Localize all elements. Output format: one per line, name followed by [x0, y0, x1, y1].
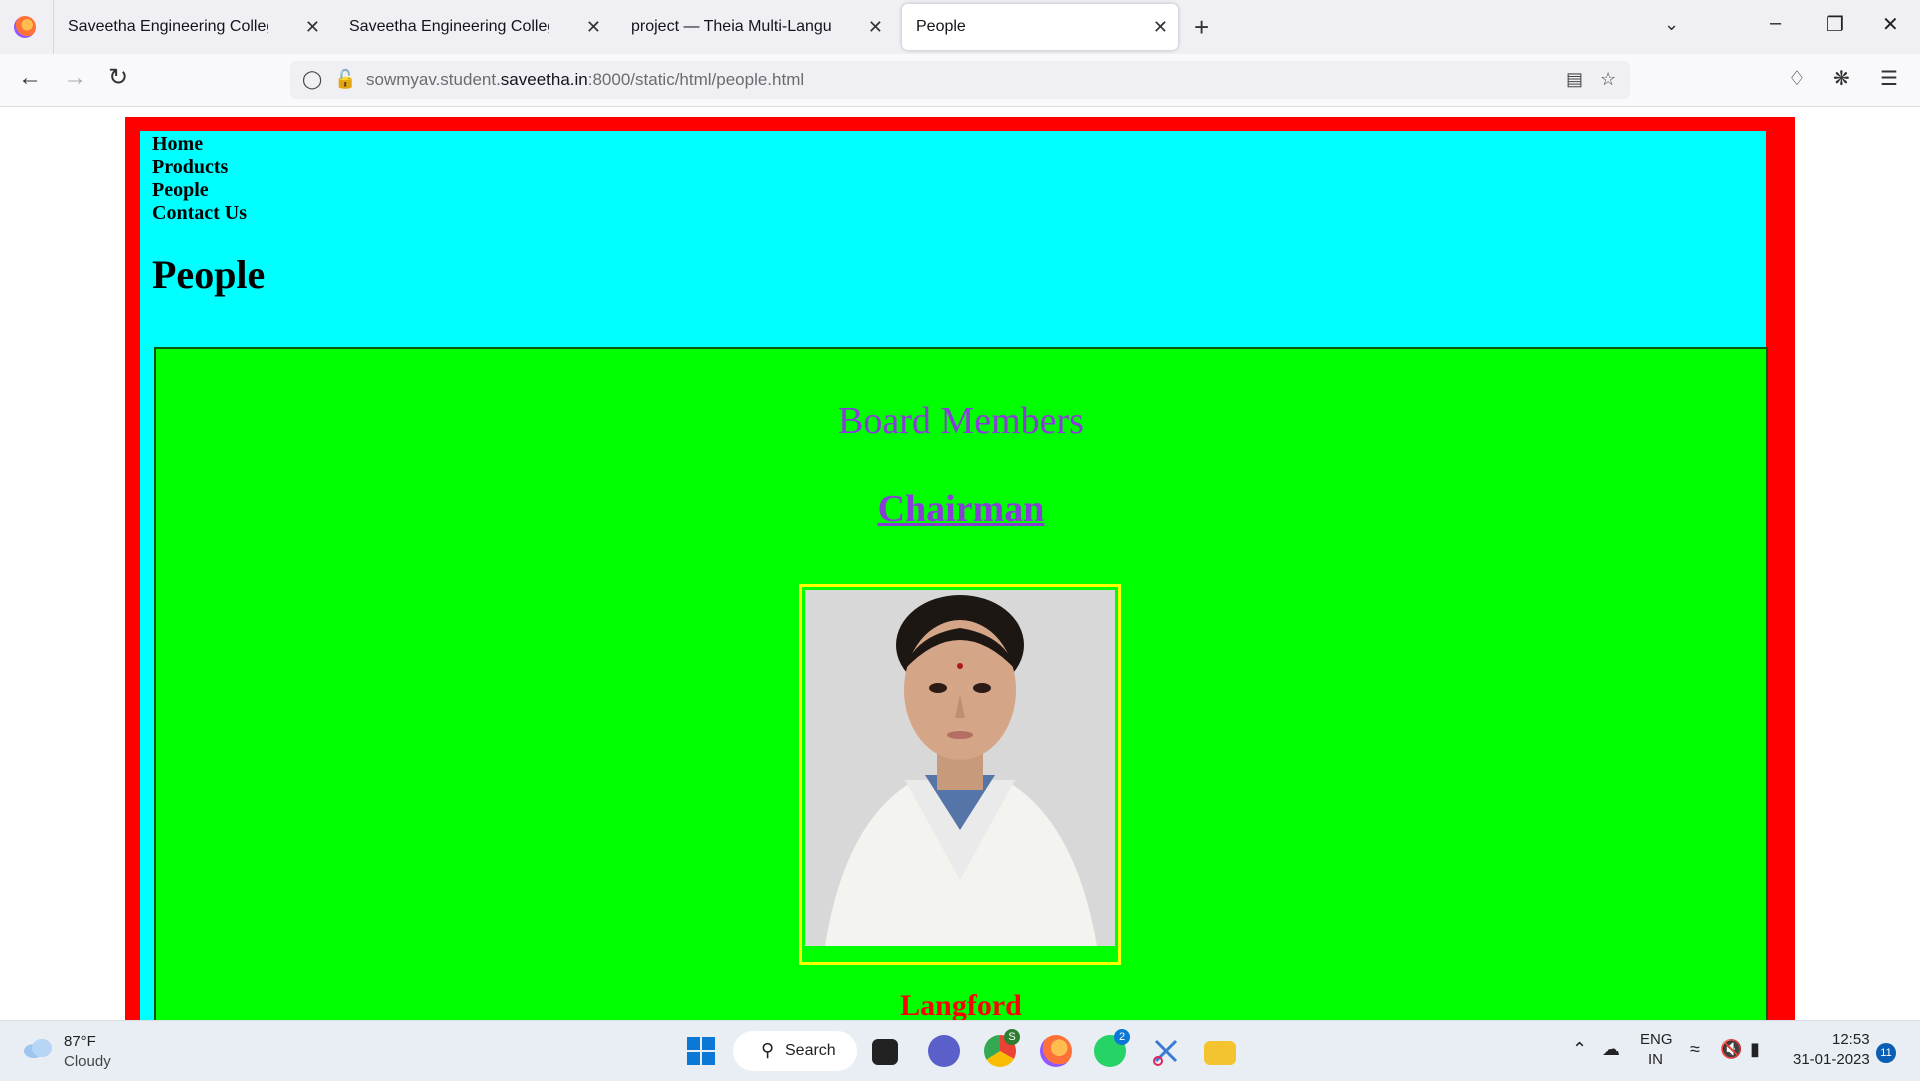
back-arrow-icon[interactable]: ←: [18, 66, 42, 90]
clock-date[interactable]: 31-01-2023: [1793, 1051, 1870, 1068]
tab-close-icon[interactable]: ✕: [586, 17, 601, 38]
tab-label: People: [916, 18, 966, 35]
menu-hamburger-icon[interactable]: ☰: [1880, 66, 1898, 91]
nav-link-home[interactable]: Home: [152, 133, 247, 156]
language-indicator-top[interactable]: ENG: [1640, 1031, 1673, 1048]
onedrive-cloud-icon[interactable]: ☁: [1602, 1039, 1620, 1060]
bookmark-star-icon[interactable]: ☆: [1600, 69, 1616, 90]
weather-temperature[interactable]: 87°F: [64, 1033, 96, 1050]
task-view-icon[interactable]: [872, 1039, 898, 1065]
file-explorer-icon[interactable]: [1204, 1041, 1236, 1065]
notification-count-badge[interactable]: 11: [1876, 1043, 1896, 1063]
new-tab-plus-icon[interactable]: +: [1194, 12, 1209, 43]
tab-people[interactable]: People ✕: [902, 4, 1178, 50]
close-window-icon[interactable]: ✕: [1882, 12, 1899, 37]
member-name: Langford: [900, 989, 1022, 1020]
section-title: Board Members: [838, 400, 1084, 442]
page-viewport: Home Products People Contact Us People B…: [0, 107, 1920, 1020]
nav-link-people[interactable]: People: [152, 179, 247, 202]
firefox-taskbar-icon[interactable]: [1040, 1035, 1072, 1067]
address-bar[interactable]: ◯ 🔓 sowmyav.student.saveetha.in:8000/sta…: [290, 61, 1630, 99]
url-path: :8000/static/html/people.html: [587, 70, 805, 89]
extensions-icon[interactable]: ❋: [1833, 66, 1850, 91]
member-photo-frame: [799, 584, 1121, 965]
page-container: Home Products People Contact Us People B…: [140, 131, 1768, 1020]
whatsapp-unread-badge: 2: [1114, 1029, 1130, 1045]
restore-icon[interactable]: ❐: [1826, 12, 1844, 37]
search-label: Search: [785, 1042, 836, 1059]
nav-link-contact-us[interactable]: Contact Us: [152, 202, 247, 225]
tab-label: Saveetha Engineering College: [349, 18, 549, 35]
windows-start-icon[interactable]: [685, 1035, 717, 1067]
taskbar-search[interactable]: ⚲ Search: [733, 1031, 857, 1071]
windows-taskbar: 87°F Cloudy ⚲ Search S 2 ⌃ ☁ ENG IN ≈ 🔇 …: [0, 1020, 1920, 1081]
tab-bar: Saveetha Engineering College ✕ Saveetha …: [0, 0, 1920, 54]
member-photo: [805, 590, 1115, 946]
pocket-icon[interactable]: ♢: [1788, 66, 1806, 91]
outer-red-border: Home Products People Contact Us People B…: [125, 117, 1795, 1020]
teams-chat-icon[interactable]: [928, 1035, 960, 1067]
reload-icon[interactable]: ↻: [108, 66, 128, 90]
reader-view-icon[interactable]: ▤: [1566, 69, 1583, 90]
url-domain: saveetha.in: [500, 70, 588, 89]
tab-2[interactable]: Saveetha Engineering College ✕: [335, 4, 611, 50]
nav-link-products[interactable]: Products: [152, 156, 247, 179]
url-subdomain: sowmyav.student.: [366, 70, 501, 89]
site-nav: Home Products People Contact Us: [152, 133, 247, 225]
tab-label: Saveetha Engineering College: [68, 18, 268, 35]
insecure-lock-icon[interactable]: 🔓: [334, 69, 356, 90]
whatsapp-icon[interactable]: 2: [1094, 1029, 1130, 1067]
page-title: People: [152, 252, 266, 297]
chrome-profile-badge: S: [1004, 1029, 1020, 1045]
url-text[interactable]: sowmyav.student.saveetha.in:8000/static/…: [366, 70, 804, 90]
show-hidden-icons-chevron-icon[interactable]: ⌃: [1572, 1039, 1587, 1060]
forward-arrow-icon[interactable]: →: [63, 66, 87, 90]
tab-label: project — Theia Multi-Language Ex: [631, 18, 831, 35]
role-title: Chairman: [877, 488, 1045, 530]
language-indicator-bottom[interactable]: IN: [1648, 1051, 1663, 1068]
search-icon: ⚲: [761, 1040, 775, 1060]
tab-close-icon[interactable]: ✕: [1153, 17, 1168, 38]
weather-description[interactable]: Cloudy: [64, 1053, 111, 1070]
board-members-section: Board Members Chairman Langford: [154, 347, 1768, 1020]
cloudy-weather-icon[interactable]: [22, 1037, 54, 1059]
list-all-tabs-chevron-icon[interactable]: ⌄: [1664, 14, 1679, 35]
tab-close-icon[interactable]: ✕: [305, 17, 320, 38]
firefox-logo-icon[interactable]: [14, 16, 36, 38]
tab-close-icon[interactable]: ✕: [868, 17, 883, 38]
shield-icon[interactable]: ◯: [302, 69, 322, 90]
snipping-tool-icon[interactable]: [1150, 1035, 1182, 1067]
wifi-icon[interactable]: ≈: [1690, 1039, 1700, 1060]
clock-time[interactable]: 12:53: [1832, 1031, 1870, 1048]
minimize-icon[interactable]: –: [1770, 12, 1781, 35]
battery-icon[interactable]: ▮: [1750, 1039, 1760, 1060]
portrait-image: [805, 590, 1115, 946]
navigation-toolbar: ← → ↻ ◯ 🔓 sowmyav.student.saveetha.in:80…: [0, 54, 1920, 107]
tab-3[interactable]: project — Theia Multi-Language Ex ✕: [617, 4, 893, 50]
chrome-icon[interactable]: S: [984, 1029, 1020, 1067]
tab-1[interactable]: Saveetha Engineering College ✕: [54, 4, 330, 50]
volume-muted-icon[interactable]: 🔇: [1720, 1039, 1742, 1060]
